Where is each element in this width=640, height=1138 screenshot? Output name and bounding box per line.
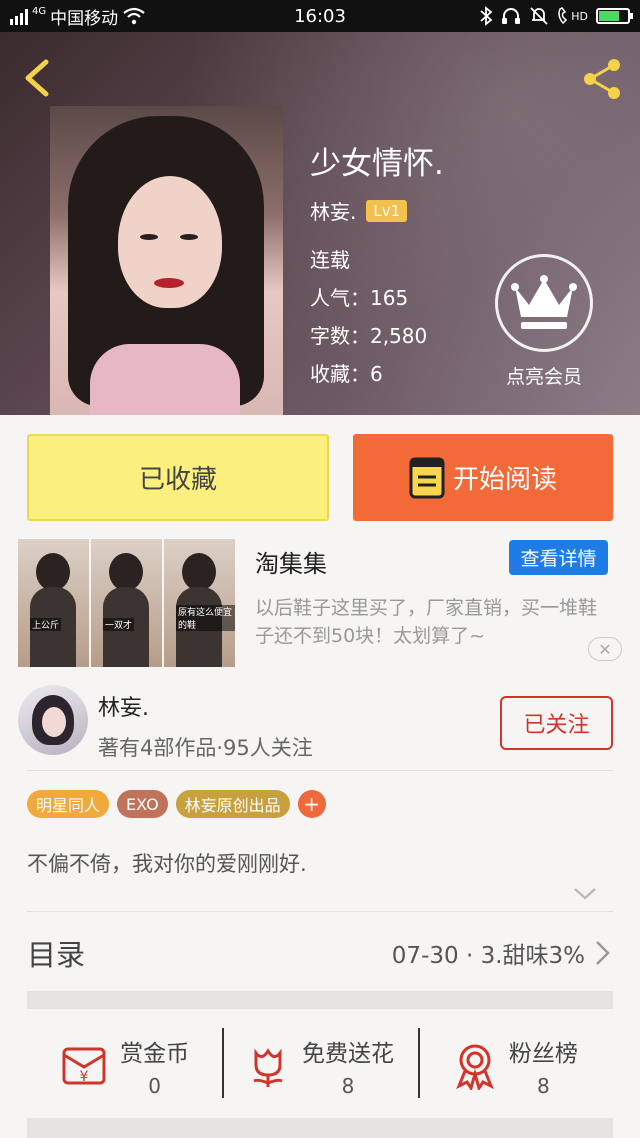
chevron-right-icon [596, 941, 610, 965]
toc-label: 目录 [27, 938, 86, 972]
ad-title: 淘集集 [255, 550, 327, 578]
carrier-name: 中国移动 [50, 8, 119, 29]
divider [27, 911, 613, 912]
ad-description: 以后鞋子这里买了，厂家直销，买一堆鞋子还不到50块！太划算了~ [255, 597, 598, 647]
author-name[interactable]: 林妄. [98, 690, 149, 722]
signal-icon [10, 9, 28, 25]
book-author[interactable]: 林妄. [310, 196, 356, 225]
flower-icon [253, 1048, 283, 1087]
signal-type-label: 4G [32, 5, 47, 17]
action-count: 0 [148, 1074, 162, 1098]
chevron-down-icon[interactable] [570, 878, 600, 908]
follow-button[interactable]: 已关注 [500, 696, 613, 750]
reward-coin-icon: ¥ [62, 1047, 106, 1085]
book-title: 少女情怀. [310, 146, 444, 182]
fan-ranking-icon [455, 1044, 494, 1090]
latest-chapter: 07-30 · 3.甜味3% [391, 943, 585, 969]
fan-ranking-button[interactable]: 粉丝榜 8 [417, 1020, 613, 1112]
tag-item[interactable]: 林妄原创出品 [175, 790, 290, 818]
collected-label: 已收藏 [138, 465, 217, 495]
book-icon [409, 457, 445, 498]
start-reading-label: 开始阅读 [452, 465, 557, 495]
reward-coin-button[interactable]: ¥ 赏金币 0 [27, 1020, 222, 1112]
section-separator [27, 991, 613, 1009]
silent-icon [530, 7, 548, 25]
ad-thumbnail: 上公斤 [18, 539, 89, 667]
ad-thumbnail: 原有这么便宜的鞋 [164, 539, 235, 667]
interaction-bar: ¥ 赏金币 0 免费送花 8 粉丝榜 8 [27, 1020, 613, 1112]
popularity-stat: 人气：165 [310, 286, 409, 310]
battery-fill [599, 11, 619, 21]
bluetooth-icon [480, 6, 493, 26]
author-card[interactable]: 林妄. 著有4部作品·95人关注 已关注 [0, 680, 640, 770]
send-flower-button[interactable]: 免费送花 8 [222, 1020, 417, 1112]
tag-item[interactable]: EXO [117, 790, 168, 818]
table-of-contents-row[interactable]: 目录 07-30 · 3.甜味3% [27, 920, 613, 986]
tag-item[interactable]: 明星同人 [27, 790, 110, 818]
headphone-icon [502, 8, 521, 24]
book-intro: 不偏不倚，我对你的爱刚刚好. [27, 852, 307, 876]
start-reading-button[interactable]: 开始阅读 [353, 434, 613, 521]
author-stats: 著有4部作品·95人关注 [98, 736, 313, 760]
book-cover[interactable] [50, 106, 283, 415]
avatar[interactable] [18, 685, 88, 755]
ad-close-button[interactable]: ✕ [588, 637, 622, 661]
action-label: 赏金币 [120, 1041, 190, 1067]
level-badge: Lv1 [366, 199, 408, 222]
share-icon[interactable] [580, 56, 626, 102]
add-tag-button[interactable]: + [297, 790, 326, 818]
status-bar: 4G 中国移动 16:03 HD [0, 0, 640, 32]
tag-list: 明星同人 EXO 林妄原创出品 + [27, 790, 326, 818]
action-count: 8 [536, 1074, 550, 1098]
hd-call-icon: HD [557, 7, 588, 25]
vip-label[interactable]: 点亮会员 [490, 362, 598, 389]
favorites-stat: 收藏：6 [310, 362, 383, 386]
action-count: 8 [341, 1074, 355, 1098]
svg-text:¥: ¥ [80, 1069, 89, 1085]
vip-button[interactable] [495, 254, 593, 352]
wifi-icon [123, 7, 145, 25]
collected-button[interactable]: 已收藏 [27, 434, 329, 521]
word-count-stat: 字数：2,580 [310, 324, 428, 348]
book-header: 少女情怀. 林妄. Lv1 连载 人气：165 字数：2,580 收藏：6 点亮… [0, 32, 640, 415]
book-author-row: 林妄. Lv1 [310, 196, 408, 225]
crown-icon [511, 275, 577, 329]
ad-thumbnail: 一双才 [91, 539, 162, 667]
section-separator [27, 1118, 613, 1138]
battery-icon [596, 8, 633, 24]
serial-status: 连载 [310, 248, 350, 272]
back-icon[interactable] [18, 58, 54, 98]
action-label: 免费送花 [301, 1041, 394, 1067]
ad-detail-button[interactable]: 查看详情 [509, 540, 608, 575]
divider [27, 770, 613, 771]
action-label: 粉丝榜 [508, 1041, 578, 1067]
ad-banner[interactable]: 上公斤 一双才 原有这么便宜的鞋 淘集集 查看详情 以后鞋子这里买了，厂家直销，… [0, 536, 640, 668]
